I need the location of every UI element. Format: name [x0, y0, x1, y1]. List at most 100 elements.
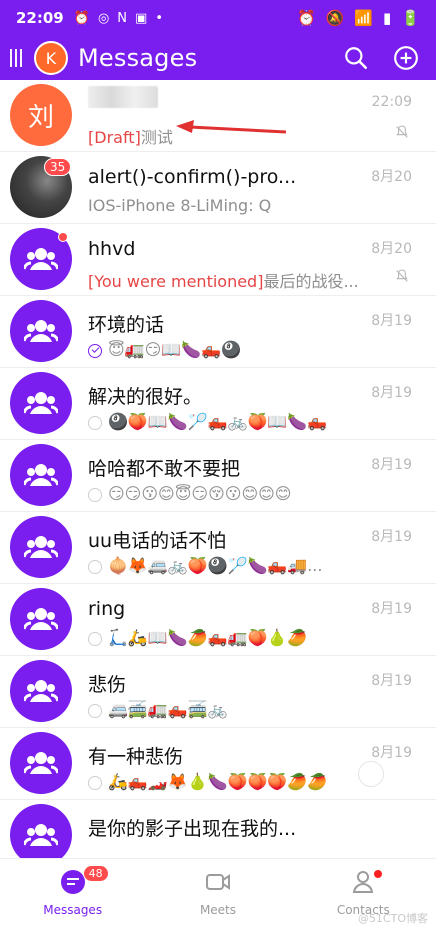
- preview-text: 测试: [140, 128, 173, 147]
- avatar-group[interactable]: [10, 444, 72, 506]
- avatar-group[interactable]: [10, 300, 72, 362]
- group-icon: [24, 680, 58, 702]
- nfc-icon: N: [117, 10, 128, 26]
- avatar-text: 刘: [27, 102, 54, 133]
- conversation-preview: 😇🚛😏📖🍆🛻🎱: [88, 340, 241, 359]
- group-icon: [24, 536, 58, 558]
- nav-messages-label: Messages: [43, 903, 103, 917]
- group-icon: [24, 824, 58, 846]
- avatar-group[interactable]: [10, 660, 72, 722]
- status-icons-left: ⏰ ◎ N ▣ •: [74, 12, 163, 25]
- conversation-row[interactable]: 是你的影子出现在我的...: [0, 800, 436, 858]
- group-icon: [24, 464, 58, 486]
- preview-text: 🎱🍑📖🍆🏸🛻🚲🍑📖🍆🛻: [108, 412, 328, 431]
- conversation-row[interactable]: 解决的很好。 🎱🍑📖🍆🏸🛻🚲🍑📖🍆🛻 8月19: [0, 368, 436, 440]
- conversation-time: 8月19: [371, 313, 412, 329]
- conversation-time: 8月19: [371, 673, 412, 689]
- conversation-row[interactable]: hhvd [You were mentioned]最后的战役... 8月20: [0, 224, 436, 296]
- read-check-icon: [88, 343, 102, 358]
- avatar[interactable]: 刘: [10, 84, 72, 146]
- add-button[interactable]: [392, 44, 420, 72]
- conversation-title: hhvd: [88, 238, 136, 260]
- conversation-time: 8月19: [371, 529, 412, 545]
- page-title: Messages: [78, 44, 198, 72]
- app-frame: 22:09 ⏰ ◎ N ▣ • ⏰ 🔕 📶 ▮ 🔋 K Messages 刘 […: [0, 0, 436, 936]
- unread-dot: [58, 232, 68, 242]
- avatar-group[interactable]: [10, 516, 72, 578]
- group-icon: [24, 608, 58, 630]
- avatar-group[interactable]: [10, 372, 72, 434]
- conversation-title: 解决的很好。: [88, 386, 203, 408]
- alarm-icon: ⏰: [73, 10, 90, 26]
- dot-icon: •: [155, 10, 163, 26]
- conversation-preview: 🛴🛵📖🍆🥭🛻🚛🍑🍐🥭: [88, 628, 307, 647]
- status-time: 22:09: [16, 9, 64, 27]
- group-icon: [24, 752, 58, 774]
- unread-check-icon: [88, 487, 102, 502]
- conversation-title: uu电话的话不怕: [88, 530, 227, 552]
- unread-check-icon: [88, 415, 102, 430]
- conversation-row[interactable]: 悲伤 🚐🚎🚛🛻🚎🚲 8月19: [0, 656, 436, 728]
- preview-text: 最后的战役...: [263, 272, 359, 291]
- contacts-dot: [373, 869, 384, 879]
- conversation-row[interactable]: ring 🛴🛵📖🍆🥭🛻🚛🍑🍐🥭 8月19: [0, 584, 436, 656]
- battery-icon: 🔋: [401, 9, 420, 27]
- conversation-time: 8月19: [371, 385, 412, 401]
- conversation-row[interactable]: 哈哈都不敢不要把 😏😏😗😊😇😏😚😗😊😊😊 8月19: [0, 440, 436, 512]
- conversation-title: 环境的话: [88, 314, 165, 336]
- preview-text: 🛴🛵📖🍆🥭🛻🚛🍑🍐🥭: [108, 628, 308, 647]
- group-icon: [24, 392, 58, 414]
- conversation-title: 哈哈都不敢不要把: [88, 458, 241, 480]
- nav-messages[interactable]: 48 Messages: [13, 865, 133, 917]
- nav-meets[interactable]: Meets: [158, 867, 278, 917]
- preview-text: 🚐🚎🚛🛻🚎🚲: [108, 700, 228, 719]
- unread-check-icon: [88, 631, 102, 646]
- conversation-time: 8月19: [371, 601, 412, 617]
- search-button[interactable]: [342, 44, 370, 72]
- bottom-nav: 48 Messages Meets Contacts @51CTO博客: [0, 858, 436, 936]
- avatar-group[interactable]: [10, 588, 72, 650]
- conversation-row[interactable]: 刘 [Draft]测试 22:09: [0, 80, 436, 152]
- conversation-time: 8月19: [371, 745, 412, 761]
- header-actions: [342, 44, 426, 72]
- muted-bell-icon: [396, 269, 408, 282]
- messages-badge: 48: [82, 865, 109, 882]
- unread-check-icon: [88, 703, 102, 718]
- group-icon: [24, 248, 58, 270]
- avatar-group[interactable]: [10, 732, 72, 794]
- conversation-preview: 🎱🍑📖🍆🏸🛻🚲🍑📖🍆🛻: [88, 412, 327, 431]
- nav-meets-label: Meets: [199, 903, 237, 917]
- video-icon: [205, 874, 230, 890]
- wifi-icon: 📶: [354, 9, 374, 27]
- conversation-list[interactable]: 刘 [Draft]测试 22:09 35 alert()-confirm()-p…: [0, 80, 436, 858]
- conversation-time: 8月19: [371, 457, 412, 473]
- floating-circle[interactable]: [358, 761, 384, 787]
- conversation-title: 悲伤: [88, 674, 127, 696]
- search-icon: [345, 47, 368, 70]
- drawer-handle-icon[interactable]: [10, 49, 24, 67]
- avatar-group[interactable]: [10, 804, 72, 858]
- sync-icon: ◎: [97, 10, 110, 26]
- unread-badge: 35: [44, 158, 72, 176]
- alarm-right-icon: ⏰: [296, 9, 316, 27]
- conversation-preview: 😏😏😗😊😇😏😚😗😊😊😊: [88, 484, 291, 503]
- conversation-title: 是你的影子出现在我的...: [88, 818, 297, 840]
- top-bar: K Messages: [0, 36, 436, 80]
- conversation-title: ring: [88, 598, 126, 620]
- my-avatar-letter: K: [45, 48, 57, 68]
- conversation-row[interactable]: uu电话的话不怕 🧅🦊🚐🚲🍑🎱🏸🍆🛻🚚... 8月19: [0, 512, 436, 584]
- plus-circle-icon: [394, 46, 418, 70]
- preview-text: 🛵🛻🏎️🦊🍐🍆🍑🍑🍑🥭🥭: [108, 772, 328, 791]
- redacted-name: [88, 86, 158, 108]
- preview-text: 😏😏😗😊😇😏😚😗😊😊😊: [108, 484, 292, 503]
- conversation-row[interactable]: 35 alert()-confirm()-pro... IOS-iPhone 8…: [0, 152, 436, 224]
- status-bar: 22:09 ⏰ ◎ N ▣ • ⏰ 🔕 📶 ▮ 🔋: [0, 0, 436, 36]
- conversation-preview: [Draft]测试: [88, 124, 173, 148]
- conversation-row[interactable]: 环境的话 😇🚛😏📖🍆🛻🎱 8月19: [0, 296, 436, 368]
- draft-label: [Draft]: [88, 128, 141, 147]
- mute-icon: 🔕: [325, 9, 345, 27]
- annotation-arrow-icon: [176, 120, 286, 134]
- status-icons-right: ⏰ 🔕 📶 ▮ 🔋: [297, 9, 420, 27]
- my-avatar[interactable]: K: [34, 41, 68, 75]
- conversation-time: 8月20: [371, 241, 412, 257]
